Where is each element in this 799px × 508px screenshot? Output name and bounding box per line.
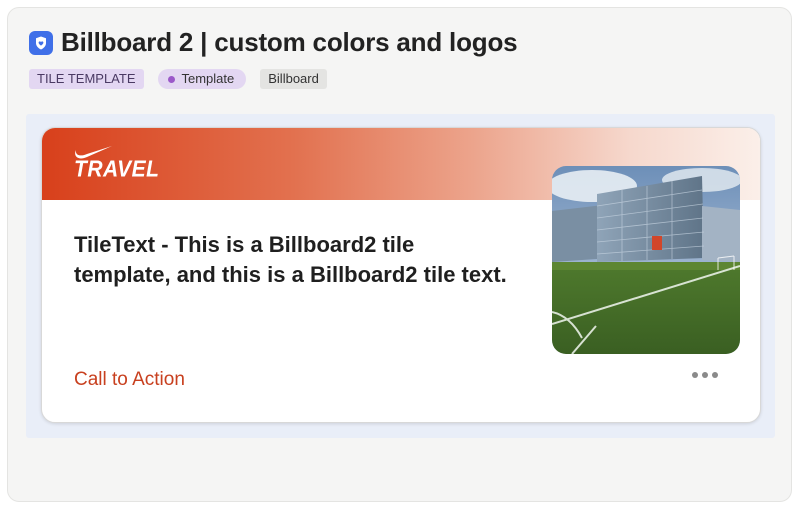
tile-text: TileText - This is a Billboard2 tile tem… [74,232,507,287]
tag-list: TILE TEMPLATE Template Billboard [29,69,327,89]
tile-preview: TRAVEL TileText - This is a Billboard2 t… [26,114,775,438]
logo-text: TRAVEL [74,157,160,182]
status-tag: Template [157,69,247,89]
call-to-action-link[interactable]: Call to Action [74,369,185,391]
travel-logo: TRAVEL [74,146,159,186]
page-title: Billboard 2 | custom colors and logos [61,27,518,57]
shield-heart-icon [29,30,53,55]
template-card[interactable]: Billboard 2 | custom colors and logos TI… [7,7,792,502]
billboard-tile[interactable]: TRAVEL TileText - This is a Billboard2 t… [41,127,761,423]
category-tag: Billboard [260,69,327,89]
tile-image [552,166,740,354]
type-tag: TILE TEMPLATE [29,69,144,89]
title-row: Billboard 2 | custom colors and logos [29,27,518,58]
status-tag-label: Template [181,71,235,86]
more-dot [702,372,708,378]
more-dot [692,372,698,378]
more-horizontal-icon[interactable] [692,372,718,378]
status-dot-icon [167,75,175,83]
more-dot [712,372,718,378]
